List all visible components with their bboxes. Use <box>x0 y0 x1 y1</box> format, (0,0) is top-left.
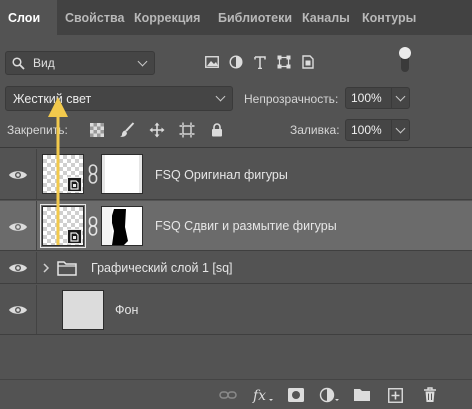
fx-layer-style-icon[interactable]: fx <box>251 386 275 404</box>
visibility-column-divider <box>36 201 37 250</box>
chevron-down-icon[interactable] <box>395 123 406 134</box>
tab-channels[interactable]: Каналы <box>294 0 354 35</box>
tab-adjustments[interactable]: Коррекция <box>126 0 210 35</box>
adjustment-layer-filter-icon[interactable] <box>224 51 248 73</box>
filter-kind-select[interactable]: Вид <box>5 51 155 75</box>
add-mask-icon[interactable] <box>286 386 306 404</box>
layer-row[interactable]: FSQ Оригинал фигуры <box>0 149 472 200</box>
smart-object-badge-icon <box>67 229 82 244</box>
new-adjustment-layer-icon[interactable] <box>319 386 339 404</box>
layers-bottom-toolbar: fx <box>0 379 472 409</box>
link-layers-icon[interactable] <box>218 386 238 404</box>
filter-icons <box>200 51 320 73</box>
fill-label: Заливка: <box>290 123 340 137</box>
layer-filter-row: Вид <box>0 44 472 80</box>
opacity-label: Непрозрачность: <box>244 92 339 106</box>
lock-label: Закрепить: <box>7 123 68 137</box>
lock-image-pixels-brush-icon[interactable] <box>112 119 142 141</box>
new-group-folder-icon[interactable] <box>352 386 372 404</box>
panel-tab-bar: Слои Свойства Коррекция Библиотеки Канал… <box>0 0 472 35</box>
eye-visibility-icon[interactable] <box>8 168 28 182</box>
smart-object-badge-icon <box>67 177 82 192</box>
field-divider <box>391 88 392 108</box>
filter-toggle-switch[interactable] <box>398 46 412 74</box>
lock-buttons <box>82 119 232 141</box>
visibility-column-divider <box>36 285 37 334</box>
lock-transparent-pixels-icon[interactable] <box>82 119 112 141</box>
fill-value: 100% <box>351 123 382 137</box>
svg-text:fx: fx <box>252 388 266 403</box>
layer-thumbnail[interactable] <box>42 154 84 194</box>
layer-mask-thumbnail[interactable] <box>101 154 143 194</box>
visibility-column-divider <box>36 149 37 199</box>
visibility-column-divider <box>36 252 37 283</box>
field-divider <box>391 120 392 140</box>
tab-libraries[interactable]: Библиотеки <box>210 0 294 35</box>
opacity-field[interactable]: 100% <box>345 87 410 109</box>
layer-name[interactable]: Фон <box>115 303 138 317</box>
eye-visibility-icon[interactable] <box>8 220 28 234</box>
layers-list-divider <box>0 147 472 148</box>
tab-properties[interactable]: Свойства <box>57 0 126 35</box>
opacity-value: 100% <box>351 91 382 105</box>
tab-layers[interactable]: Слои <box>0 0 57 35</box>
tab-paths[interactable]: Контуры <box>354 0 425 35</box>
blend-mode-select[interactable]: Жесткий свет <box>5 86 233 111</box>
delete-trash-icon[interactable] <box>420 386 440 404</box>
blend-mode-value: Жесткий свет <box>13 91 92 106</box>
smart-object-filter-icon[interactable] <box>296 51 320 73</box>
mask-link-chain-icon[interactable] <box>88 164 98 184</box>
group-layer-row[interactable]: Графический слой 1 [sq] <box>0 252 472 284</box>
pixel-layer-filter-icon[interactable] <box>200 51 224 73</box>
search-icon <box>12 56 25 70</box>
mask-link-chain-icon[interactable] <box>88 216 98 236</box>
shape-layer-filter-icon[interactable] <box>272 51 296 73</box>
layer-name[interactable]: Графический слой 1 [sq] <box>91 261 233 275</box>
chevron-down-icon <box>137 56 148 67</box>
layer-name[interactable]: FSQ Оригинал фигуры <box>155 168 288 182</box>
layer-row-selected[interactable]: FSQ Сдвиг и размытие фигуры <box>0 201 472 251</box>
tabbar-spacer <box>425 0 472 35</box>
type-layer-filter-icon[interactable] <box>248 51 272 73</box>
eye-visibility-icon[interactable] <box>8 261 28 275</box>
layer-mask-thumbnail[interactable] <box>101 206 143 246</box>
chevron-down-icon <box>215 91 226 102</box>
lock-all-padlock-icon[interactable] <box>202 119 232 141</box>
eye-visibility-icon[interactable] <box>8 303 28 317</box>
new-layer-icon[interactable] <box>385 386 405 404</box>
background-layer-row[interactable]: Фон <box>0 285 472 335</box>
chevron-down-icon[interactable] <box>395 91 406 102</box>
layer-thumbnail[interactable] <box>62 290 104 330</box>
folder-icon <box>57 261 77 276</box>
lock-position-move-icon[interactable] <box>142 119 172 141</box>
fill-field[interactable]: 100% <box>345 119 410 141</box>
layer-thumbnail[interactable] <box>40 204 86 248</box>
layer-name[interactable]: FSQ Сдвиг и размытие фигуры <box>155 219 337 233</box>
chevron-right-icon[interactable] <box>41 263 51 273</box>
lock-artboard-icon[interactable] <box>172 119 202 141</box>
filter-kind-label: Вид <box>33 56 55 70</box>
